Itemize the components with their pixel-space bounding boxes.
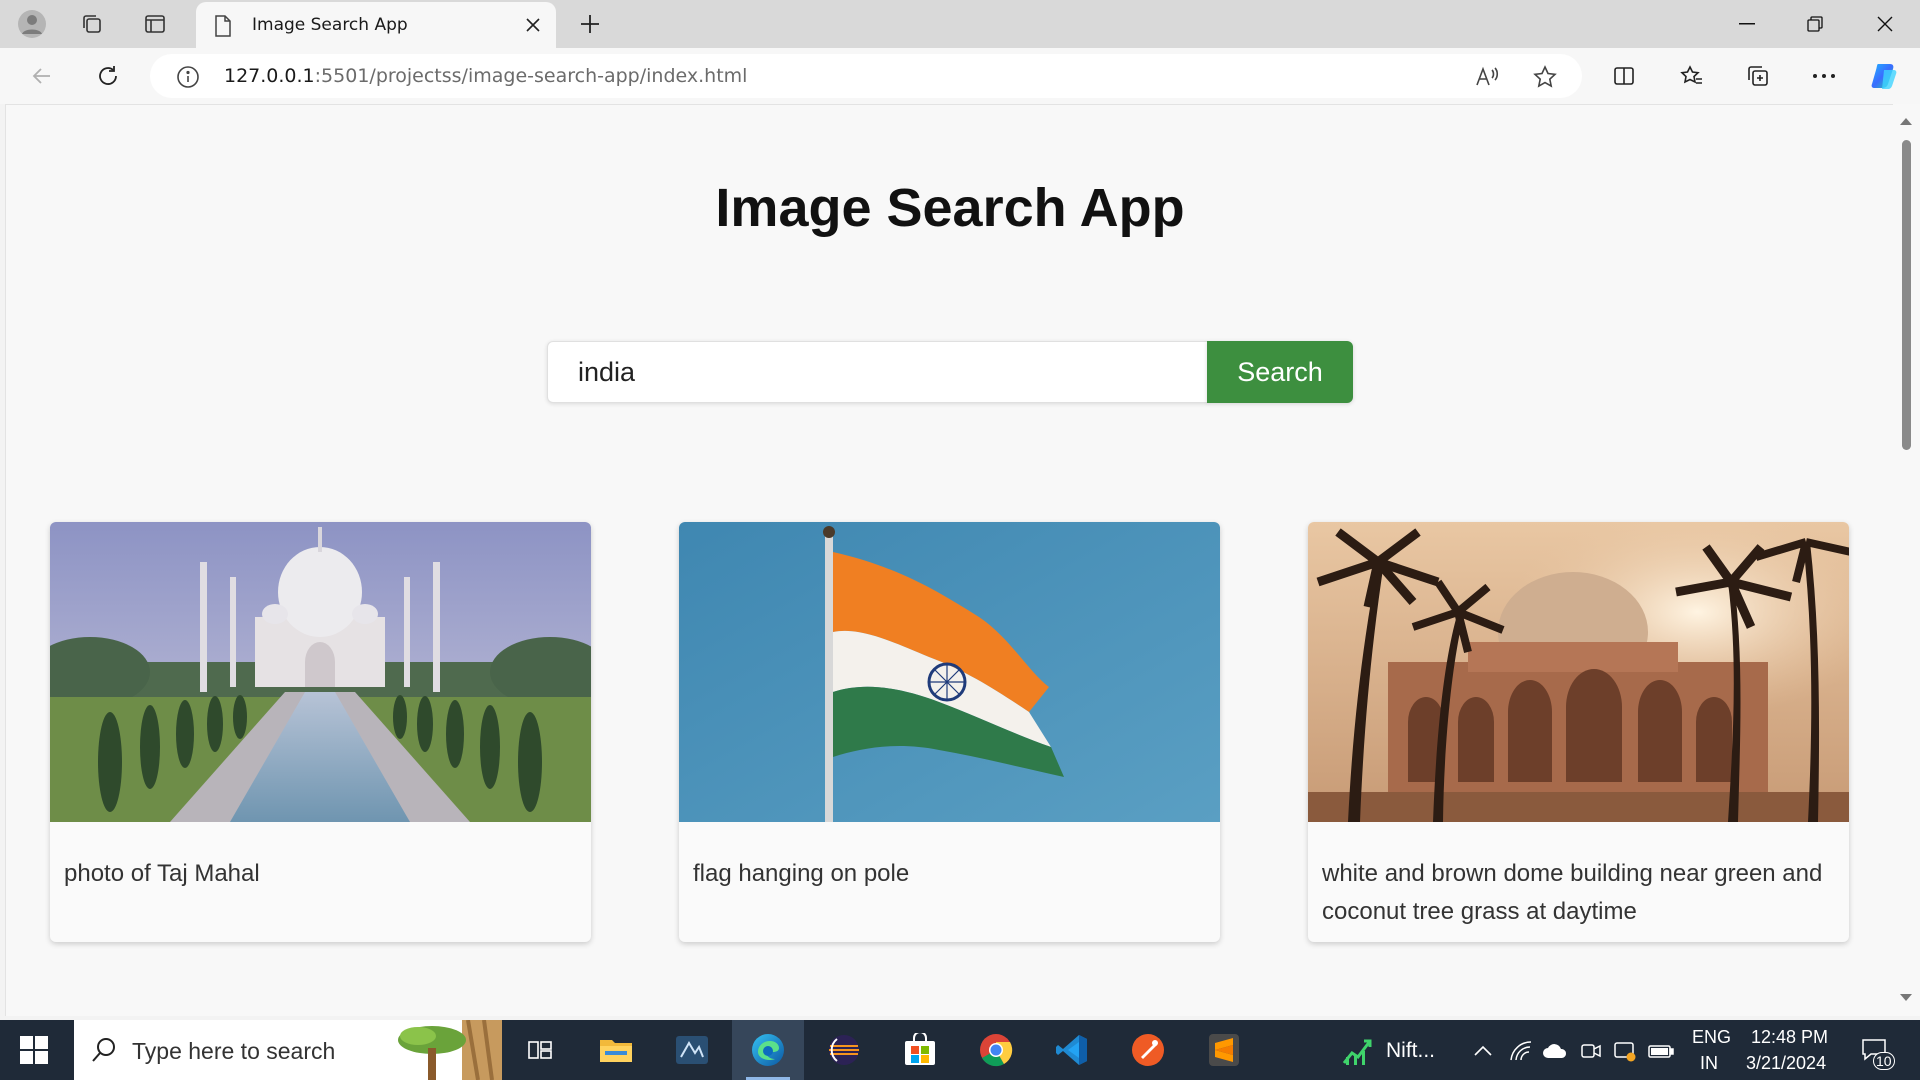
clock-date[interactable]: 3/21/2024	[1746, 1053, 1826, 1074]
chevron-up-icon[interactable]	[1470, 1038, 1496, 1064]
browser-titlebar: Image Search App	[0, 0, 1920, 48]
stock-widget-label[interactable]: Nift...	[1386, 1039, 1435, 1063]
wifi-icon[interactable]	[1508, 1038, 1534, 1064]
task-view-icon[interactable]	[504, 1020, 576, 1080]
taj-mahal-image[interactable]	[50, 522, 591, 822]
result-caption: flag hanging on pole	[693, 860, 910, 887]
scroll-down-icon[interactable]	[1900, 994, 1912, 1001]
notification-count-badge: 10	[1873, 1052, 1895, 1070]
microsoft-store-icon[interactable]	[884, 1020, 956, 1080]
scrollbar-thumb[interactable]	[1902, 140, 1911, 450]
result-caption: white and brown dome building near green…	[1322, 860, 1823, 925]
postman-icon[interactable]	[1112, 1020, 1184, 1080]
taskbar-search-box[interactable]: Type here to search	[74, 1020, 502, 1080]
refresh-button[interactable]	[90, 58, 126, 94]
search-input[interactable]	[547, 341, 1208, 403]
scroll-up-icon[interactable]	[1900, 118, 1912, 125]
address-bar[interactable]: 127.0.0.1:5501/projectss/image-search-ap…	[150, 54, 1582, 98]
split-screen-icon[interactable]	[1606, 58, 1642, 94]
stock-chart-icon[interactable]	[1340, 1038, 1376, 1065]
page-scrollbar[interactable]	[1893, 104, 1920, 1016]
windows-start-icon[interactable]	[14, 1034, 54, 1066]
info-icon[interactable]	[176, 65, 200, 94]
copilot-icon[interactable]	[1868, 58, 1904, 94]
file-explorer-icon[interactable]	[580, 1020, 652, 1080]
favorite-star-icon[interactable]	[1532, 64, 1558, 90]
workspaces-icon[interactable]	[74, 8, 110, 40]
dome-building-image[interactable]	[1308, 522, 1849, 822]
close-window-button[interactable]	[1852, 0, 1918, 48]
security-status-icon[interactable]	[1612, 1038, 1638, 1064]
tab-actions-icon[interactable]	[137, 8, 173, 40]
sublime-text-icon[interactable]	[1188, 1020, 1260, 1080]
minimize-button[interactable]	[1714, 0, 1780, 48]
restore-button[interactable]	[1782, 0, 1848, 48]
more-options-icon[interactable]	[1806, 58, 1842, 94]
url-path: :5501/projectss/image-search-app/index.h…	[314, 65, 748, 87]
tab-image-search-app[interactable]: Image Search App	[196, 2, 556, 48]
edge-browser-icon[interactable]	[732, 1020, 804, 1080]
windows-taskbar: Type here to search Nift... ENG IN 12:48…	[0, 1020, 1920, 1080]
eclipse-icon[interactable]	[808, 1020, 880, 1080]
page-icon	[214, 15, 232, 42]
india-flag-image[interactable]	[679, 522, 1220, 822]
region-label[interactable]: IN	[1700, 1053, 1718, 1074]
clock-time[interactable]: 12:48 PM	[1751, 1027, 1828, 1048]
search-icon	[90, 1036, 118, 1069]
read-aloud-icon[interactable]	[1474, 64, 1500, 90]
tab-title: Image Search App	[252, 15, 408, 35]
new-tab-button[interactable]	[572, 8, 608, 40]
battery-icon[interactable]	[1648, 1038, 1674, 1064]
back-button[interactable]	[24, 58, 60, 94]
onedrive-cloud-icon[interactable]	[1542, 1038, 1568, 1064]
result-card[interactable]: photo of Taj Mahal	[50, 522, 591, 942]
close-icon[interactable]	[524, 16, 542, 34]
meet-now-icon[interactable]	[1578, 1038, 1604, 1064]
chrome-icon[interactable]	[960, 1020, 1032, 1080]
page-title: Image Search App	[715, 178, 1185, 238]
result-caption: photo of Taj Mahal	[64, 860, 260, 887]
page-viewport: Image Search App Search	[5, 104, 1893, 1016]
url-text[interactable]: 127.0.0.1:5501/projectss/image-search-ap…	[224, 65, 747, 87]
search-highlight-tree-icon	[398, 1020, 502, 1080]
result-card[interactable]: white and brown dome building near green…	[1308, 522, 1849, 942]
vscode-icon[interactable]	[1036, 1020, 1108, 1080]
language-label[interactable]: ENG	[1692, 1027, 1731, 1048]
address-bar-row: 127.0.0.1:5501/projectss/image-search-ap…	[0, 48, 1920, 104]
favorites-icon[interactable]	[1674, 58, 1710, 94]
result-card[interactable]: flag hanging on pole	[679, 522, 1220, 942]
collections-icon[interactable]	[1740, 58, 1776, 94]
profile-icon[interactable]	[14, 8, 50, 40]
url-host: 127.0.0.1	[224, 65, 315, 87]
search-button[interactable]: Search	[1207, 341, 1353, 403]
taskbar-search-placeholder: Type here to search	[132, 1038, 336, 1064]
vm-app-icon[interactable]	[656, 1020, 728, 1080]
